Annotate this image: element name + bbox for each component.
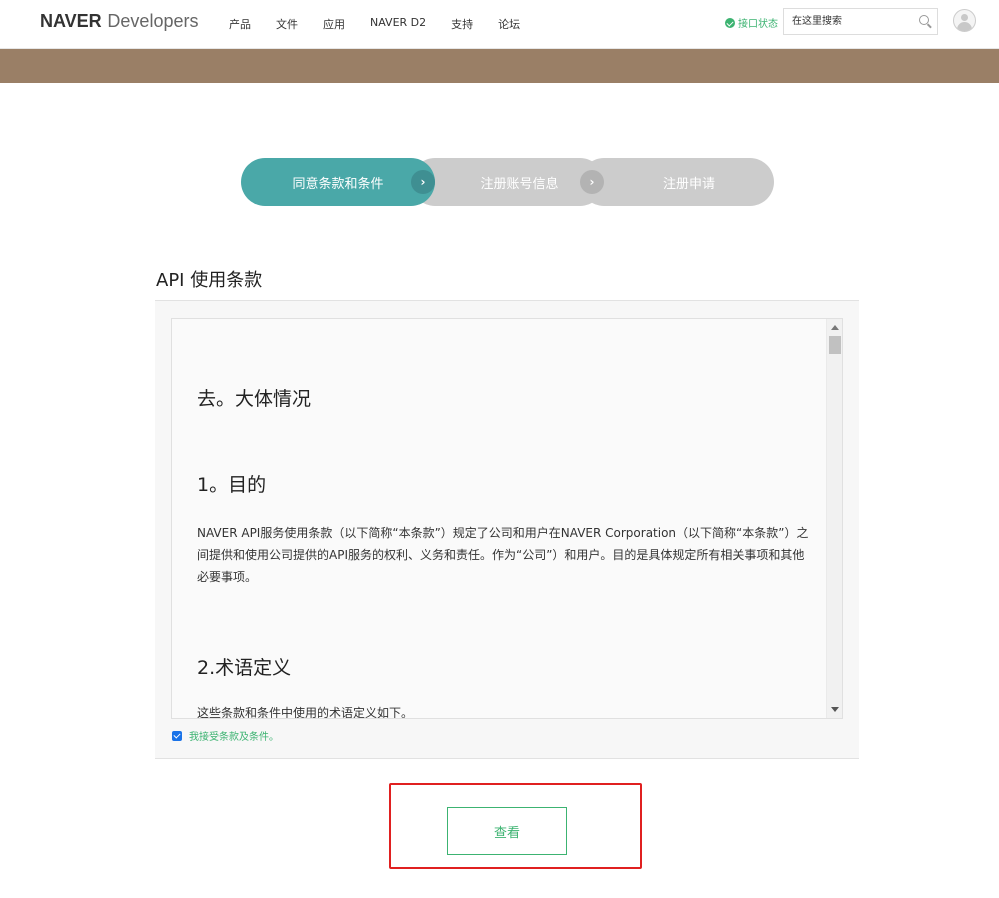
accept-terms-control[interactable]: 我接受条款及条件。 <box>172 728 279 743</box>
step-label: 注册账号信息 <box>480 176 559 192</box>
api-status-label: 接口状态 <box>738 19 778 30</box>
main-nav: 产品 文件 应用 NAVER D2 支持 论坛 <box>229 16 545 32</box>
step-label: 注册申请 <box>662 176 715 192</box>
nav-item-applications[interactable]: 应用 <box>323 16 345 32</box>
naver-developers-logo[interactable]: NAVER Developers <box>40 11 198 32</box>
view-button[interactable]: 查看 <box>447 807 567 855</box>
logo-suffix: Developers <box>107 11 199 31</box>
accept-terms-checkbox[interactable] <box>172 730 182 741</box>
chevron-right-icon: › <box>580 170 604 194</box>
terms-heading-purpose: 1。目的 <box>197 474 267 496</box>
vertical-scrollbar[interactable] <box>826 319 842 718</box>
terms-paragraph-definitions: 这些条款和条件中使用的术语定义如下。 <box>197 706 414 719</box>
top-header: NAVER Developers 产品 文件 应用 NAVER D2 支持 论坛… <box>0 0 999 49</box>
search-box <box>783 8 938 35</box>
nav-item-documents[interactable]: 文件 <box>276 16 298 32</box>
scroll-thumb[interactable] <box>829 336 841 354</box>
step-label: 同意条款和条件 <box>292 176 384 192</box>
terms-heading-definitions: 2.术语定义 <box>197 657 292 679</box>
status-check-icon <box>725 17 735 28</box>
nav-item-forum[interactable]: 论坛 <box>498 16 520 32</box>
terms-scroll-box[interactable]: 去。大体情况 1。目的 NAVER API服务使用条款（以下简称“本条款”）规定… <box>171 318 843 719</box>
user-avatar-icon[interactable] <box>953 9 976 32</box>
api-status-link[interactable]: 接口状态 <box>725 15 778 30</box>
terms-paragraph-purpose: NAVER API服务使用条款（以下简称“本条款”）规定了公司和用户在NAVER… <box>197 526 809 584</box>
search-input[interactable] <box>784 9 904 34</box>
step-register-account: 注册账号信息 <box>411 158 604 206</box>
scroll-down-icon[interactable] <box>831 707 839 712</box>
nav-item-naver-d2[interactable]: NAVER D2 <box>370 16 426 32</box>
step-register-application: 注册申请 <box>580 158 774 206</box>
section-title: API 使用条款 <box>156 270 263 291</box>
header-banner <box>0 49 999 83</box>
nav-item-support[interactable]: 支持 <box>451 16 473 32</box>
terms-panel: 去。大体情况 1。目的 NAVER API服务使用条款（以下简称“本条款”）规定… <box>155 300 859 759</box>
search-icon[interactable] <box>919 15 929 25</box>
accept-terms-label[interactable]: 我接受条款及条件。 <box>189 728 279 743</box>
chevron-right-icon: › <box>411 170 435 194</box>
terms-heading-general: 去。大体情况 <box>197 388 312 410</box>
nav-item-products[interactable]: 产品 <box>229 16 251 32</box>
signup-steps: 同意条款和条件 › 注册账号信息 › 注册申请 <box>241 158 774 206</box>
scroll-up-icon[interactable] <box>831 325 839 330</box>
step-agree-terms: 同意条款和条件 <box>241 158 435 206</box>
logo-brand: NAVER <box>40 11 102 31</box>
